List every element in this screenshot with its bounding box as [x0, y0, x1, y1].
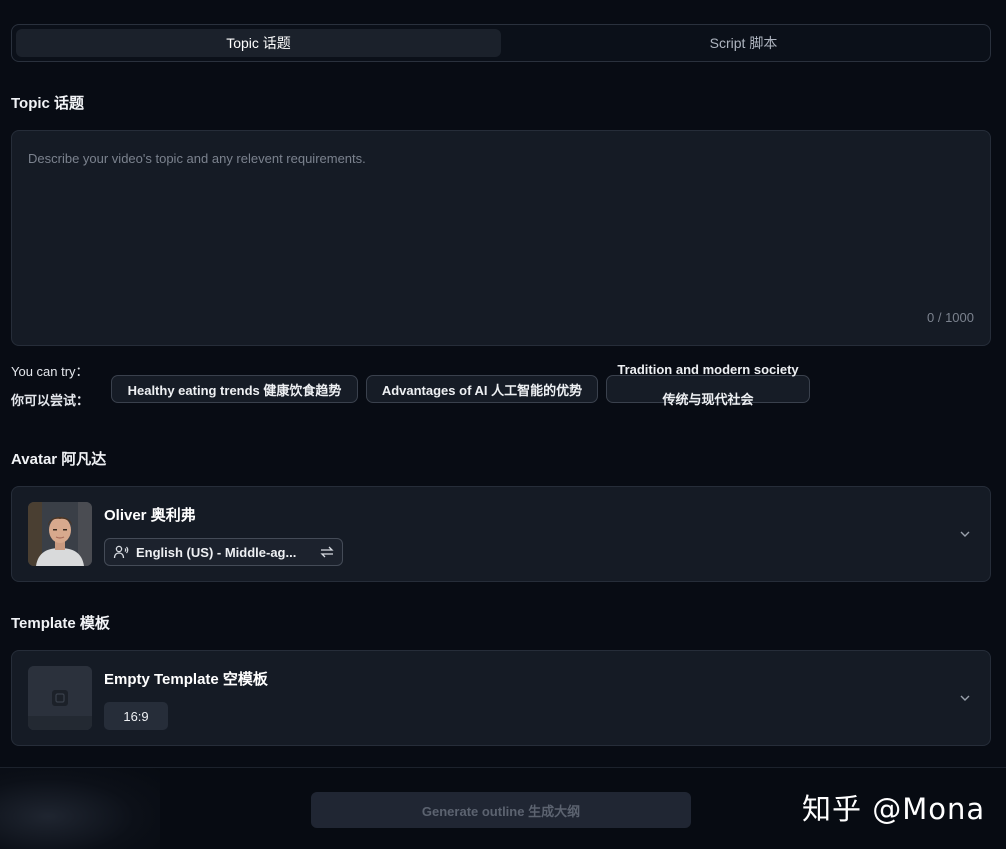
topic-input[interactable] — [12, 131, 990, 345]
topic-section-label: Topic 话题 — [11, 95, 85, 112]
suggestion-chip-tradition-line1: Tradition and modern society — [617, 362, 799, 377]
page: Topic 话题 Script 脚本 Topic 话题 0 / 1000 You… — [0, 0, 1006, 849]
avatar-card[interactable]: Oliver 奥利弗 English (US) - Middle-ag... — [11, 486, 991, 582]
swap-icon[interactable] — [320, 546, 334, 558]
suggestions-label-en: You can try： — [11, 364, 89, 379]
suggestion-chip-ai-advantages[interactable]: Advantages of AI 人工智能的优势 — [366, 375, 598, 403]
template-card[interactable]: Empty Template 空模板 16:9 — [11, 650, 991, 746]
chevron-down-icon[interactable] — [958, 527, 972, 541]
template-section-label: Template 模板 — [11, 615, 110, 632]
char-count: 0 / 1000 — [927, 310, 974, 325]
voice-person-icon — [113, 545, 129, 559]
watermark: 知乎 @Mona — [802, 792, 986, 826]
tab-topic[interactable]: Topic 话题 — [16, 29, 501, 57]
chevron-down-icon[interactable] — [958, 691, 972, 705]
avatar-name: Oliver 奥利弗 — [104, 507, 196, 524]
voice-label: English (US) - Middle-ag... — [136, 544, 297, 560]
mode-tabs: Topic 话题 Script 脚本 — [11, 24, 991, 62]
suggestion-chip-tradition-line2: 传统与现代社会 — [662, 392, 754, 407]
aspect-ratio-badge: 16:9 — [104, 702, 168, 730]
topic-input-box: 0 / 1000 — [11, 130, 991, 346]
generate-outline-button[interactable]: Generate outline 生成大纲 — [311, 792, 691, 828]
suggestion-chip-healthy-eating[interactable]: Healthy eating trends 健康饮食趋势 — [111, 375, 358, 403]
template-name: Empty Template 空模板 — [104, 671, 268, 688]
suggestions-label-zh: 你可以尝试： — [11, 393, 90, 408]
avatar-thumbnail — [28, 502, 92, 566]
tab-script[interactable]: Script 脚本 — [501, 29, 986, 57]
bottom-glow — [0, 768, 160, 849]
voice-selector[interactable]: English (US) - Middle-ag... — [104, 538, 343, 566]
template-thumbnail — [28, 666, 92, 730]
avatar-portrait — [28, 502, 92, 566]
avatar-section-label: Avatar 阿凡达 — [11, 451, 107, 468]
video-placeholder-icon — [28, 666, 92, 730]
